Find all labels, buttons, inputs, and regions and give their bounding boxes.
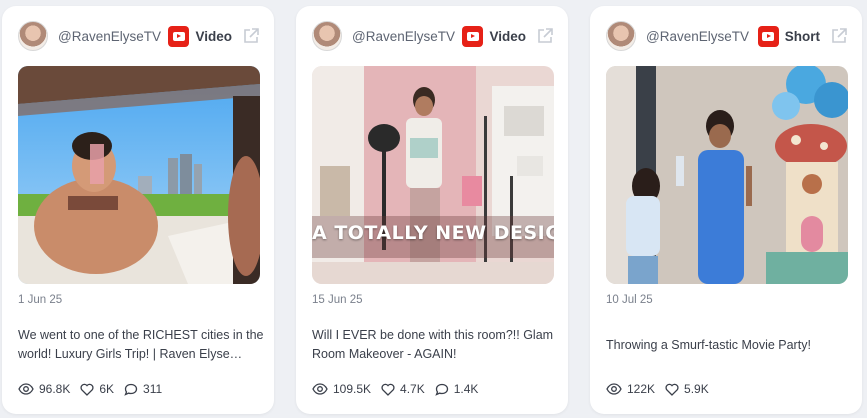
engagement-stats: 96.8K 6K 311 xyxy=(18,382,172,396)
post-date: 10 Jul 25 xyxy=(606,294,653,306)
likes-stat: 6K xyxy=(80,382,114,396)
views-stat: 96.8K xyxy=(18,382,70,396)
engagement-stats: 109.5K 4.7K 1.4K xyxy=(312,382,488,396)
comment-icon xyxy=(124,383,138,396)
views-count: 122K xyxy=(627,382,656,396)
youtube-icon xyxy=(168,25,190,47)
external-link-icon[interactable] xyxy=(536,27,554,45)
card-header: @RavenElyseTV Video xyxy=(312,20,554,52)
likes-stat: 5.9K xyxy=(665,382,709,396)
post-title[interactable]: Throwing a Smurf-tastic Movie Party! xyxy=(606,336,852,355)
heart-icon xyxy=(381,383,395,396)
thumbnail-caption: A TOTALLY NEW DESIGN! xyxy=(312,222,554,244)
thumbnail-image xyxy=(18,66,260,284)
thumbnail-image xyxy=(606,66,848,284)
views-stat: 122K xyxy=(606,382,655,396)
content-type-label: Video xyxy=(195,28,232,44)
eye-icon xyxy=(606,383,622,395)
card-header: @RavenElyseTV Video xyxy=(18,20,260,52)
views-stat: 109.5K xyxy=(312,382,371,396)
external-link-icon[interactable] xyxy=(242,27,260,45)
likes-count: 6K xyxy=(99,382,115,396)
youtube-icon xyxy=(462,25,484,47)
channel-handle: @RavenElyseTV xyxy=(646,28,749,44)
comments-stat: 311 xyxy=(124,382,162,396)
heart-icon xyxy=(80,383,94,396)
comments-count: 1.4K xyxy=(453,382,479,396)
thumbnail[interactable]: A TOTALLY NEW DESIGN! xyxy=(312,66,554,284)
external-link-icon[interactable] xyxy=(830,27,848,45)
content-type-label: Video xyxy=(489,28,526,44)
youtube-icon xyxy=(757,25,779,47)
avatar xyxy=(606,21,636,51)
eye-icon xyxy=(312,383,328,395)
post-date: 1 Jun 25 xyxy=(18,294,63,306)
likes-count: 4.7K xyxy=(400,382,425,396)
channel-handle: @RavenElyseTV xyxy=(58,28,161,44)
views-count: 109.5K xyxy=(333,382,372,396)
engagement-stats: 122K 5.9K xyxy=(606,382,719,396)
comments-count: 311 xyxy=(143,382,163,396)
avatar xyxy=(18,21,48,51)
thumbnail[interactable] xyxy=(606,66,848,284)
post-date: 15 Jun 25 xyxy=(312,294,363,306)
post-card[interactable]: @RavenElyseTV Video xyxy=(2,6,274,414)
post-title[interactable]: We went to one of the RICHEST cities in … xyxy=(18,326,264,364)
avatar xyxy=(312,21,342,51)
eye-icon xyxy=(18,383,34,395)
thumbnail-image xyxy=(312,66,554,284)
channel-handle: @RavenElyseTV xyxy=(352,28,455,44)
post-card[interactable]: @RavenElyseTV Video xyxy=(296,6,568,414)
post-title[interactable]: Will I EVER be done with this room?!! Gl… xyxy=(312,326,558,364)
likes-count: 5.9K xyxy=(684,382,709,396)
heart-icon xyxy=(665,383,679,396)
thumbnail[interactable] xyxy=(18,66,260,284)
likes-stat: 4.7K xyxy=(381,382,425,396)
post-card[interactable]: @RavenElyseTV Short 10 Jul 25 Throwing a… xyxy=(590,6,862,414)
card-header: @RavenElyseTV Short xyxy=(606,20,848,52)
views-count: 96.8K xyxy=(39,382,71,396)
comments-stat: 1.4K xyxy=(435,382,479,396)
content-type-label: Short xyxy=(784,28,820,44)
comment-icon xyxy=(435,383,448,396)
